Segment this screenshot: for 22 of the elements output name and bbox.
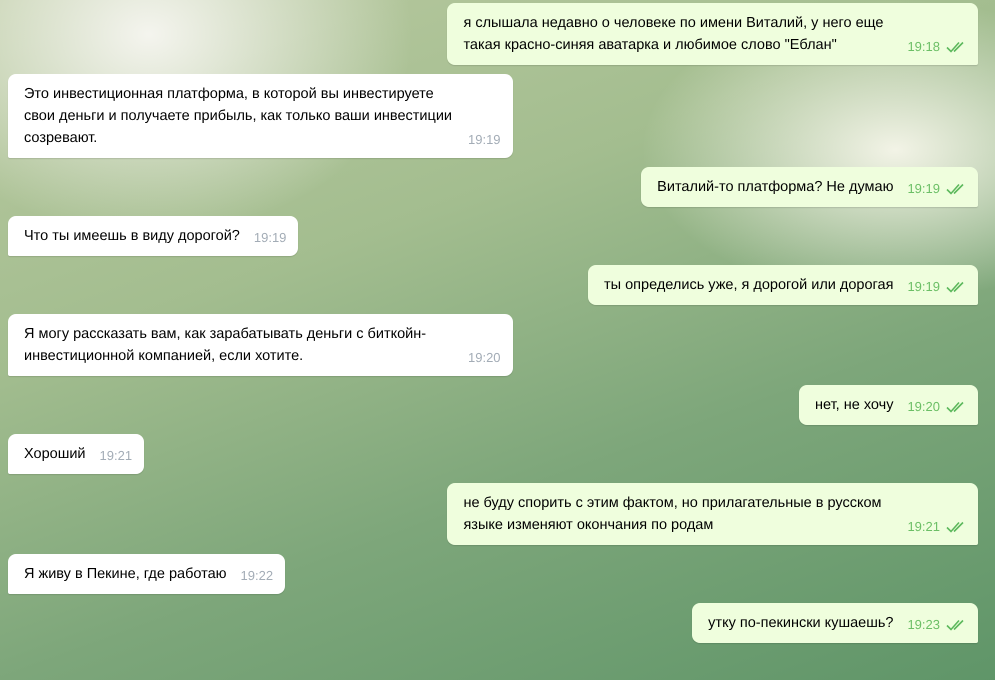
message-time: 19:19 xyxy=(468,131,501,149)
message-text: Это инвестиционная платформа, в которой вы инвестируете свои деньги и получаете прибыль, как только ваши инвестиции созревают. xyxy=(24,85,454,148)
message-time: 19:19 xyxy=(907,180,940,198)
message-text: утку по-пекински кушаешь? xyxy=(708,614,894,633)
message-text: Я живу в Пекине, где работаю xyxy=(24,565,227,584)
message-text: Виталий-то платформа? Не думаю xyxy=(657,178,894,197)
message-text: я слышала недавно о человеке по имени Виталий, у него еще такая красно-синяя аватарка и любимое слово "Еблан" xyxy=(463,14,884,55)
message-text: Что ты имеешь в виду дорогой? xyxy=(24,227,240,246)
message-time: 19:22 xyxy=(240,567,274,585)
message-time: 19:20 xyxy=(468,349,501,367)
message-time: 19:19 xyxy=(254,229,286,247)
message-time: 19:21 xyxy=(907,518,940,536)
message-text: Хороший xyxy=(24,445,86,464)
message-time: 19:21 xyxy=(100,447,132,465)
message-text: ты определись уже, я дорогой или дорогая xyxy=(604,276,894,295)
message-time: 19:18 xyxy=(907,38,940,56)
message-time: 19:19 xyxy=(907,278,940,296)
message-text: нет, не хочу xyxy=(815,396,894,415)
message-text: не буду спорить с этим фактом, но прилагательные в русском языке изменяют окончания по родам xyxy=(463,494,882,535)
message-time: 19:23 xyxy=(907,616,940,634)
message-text: Я могу рассказать вам, как зарабатывать деньги с биткойн-инвестиционной компанией, если хотите. xyxy=(24,325,428,366)
message-time: 19:20 xyxy=(907,398,940,416)
